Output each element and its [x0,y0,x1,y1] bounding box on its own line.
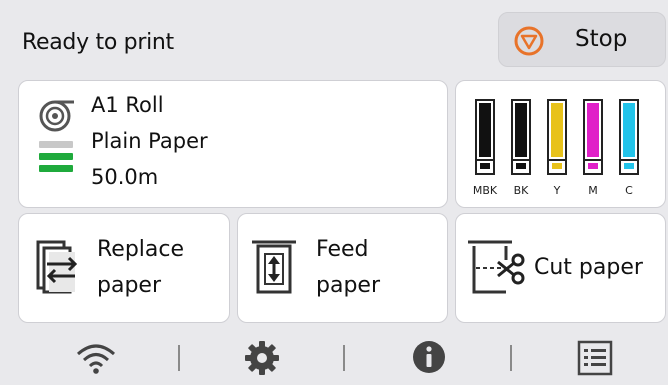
divider [343,345,345,371]
ink-levels-panel[interactable]: MBK BK Y M C [455,80,666,208]
ink-level-fill [479,103,491,157]
feed-paper-button[interactable]: Feed paper [237,213,448,323]
feed-label-line1: Feed [316,237,369,262]
ink-body [547,99,567,161]
paper-type: Plain Paper [91,129,208,153]
ink-base [511,161,531,175]
ink-base-fill [588,163,598,169]
ink-tank-c [619,99,639,175]
bottom-navigation [0,330,668,385]
wifi-icon[interactable] [74,340,118,376]
stop-button[interactable]: Stop [498,12,666,67]
roll-paper-icon [39,100,74,132]
stop-label: Stop [575,26,628,52]
replace-label-line1: Replace [97,237,185,262]
ink-level-fill [623,103,635,157]
printer-status: Ready to print [22,30,174,55]
ink-label-c: C [625,184,633,197]
divider [510,345,512,371]
replace-paper-button[interactable]: Replace paper [18,213,230,323]
ink-base-fill [480,163,490,169]
ink-level-fill [515,103,527,157]
ink-base [619,161,639,175]
ink-base [547,161,567,175]
level-bar-empty [39,141,73,148]
settings-gear-icon[interactable] [244,340,280,376]
paper-size: A1 Roll [91,93,164,117]
ink-base-fill [624,163,634,169]
ink-label-y: Y [553,184,561,197]
ink-body [475,99,495,161]
ink-label-bk: BK [513,184,529,197]
ink-level-fill [587,103,599,157]
ink-label-m: M [588,184,598,197]
job-list-icon[interactable] [577,340,613,376]
ink-body [619,99,639,161]
stop-icon [514,26,544,56]
cut-paper-button[interactable]: Cut paper [455,213,666,323]
ink-base [583,161,603,175]
ink-base-fill [552,163,562,169]
cut-paper-icon [468,240,525,294]
paper-info-panel[interactable]: A1 Roll Plain Paper 50.0m [18,80,448,208]
ink-body [511,99,531,161]
ink-tank-bk [511,99,531,175]
level-bar-filled [39,165,73,172]
paper-remaining: 50.0m [91,165,159,189]
ink-body [583,99,603,161]
divider [178,345,180,371]
cut-label: Cut paper [534,255,643,280]
paper-remaining-gauge [39,141,73,177]
feed-paper-icon [252,240,296,294]
level-bar-filled [39,153,73,160]
ink-level-fill [551,103,563,157]
feed-label-line2: paper [316,273,380,298]
ink-tank-y [547,99,567,175]
info-icon[interactable] [412,340,446,374]
ink-base-fill [516,163,526,169]
ink-tank-m [583,99,603,175]
replace-paper-icon [36,240,78,294]
ink-base [475,161,495,175]
ink-label-mbk: MBK [472,184,498,197]
ink-tank-mbk [475,99,495,175]
replace-label-line2: paper [97,273,161,298]
